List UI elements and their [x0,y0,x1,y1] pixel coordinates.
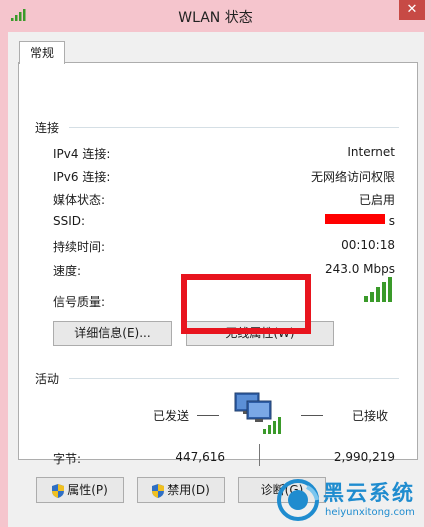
bytes-received-value: 2,990,219 [333,450,395,464]
sent-line [197,415,219,416]
speed-label: 速度: [53,264,82,278]
connection-section-label: 连接 [35,121,60,135]
watermark-url: heiyunxitong.com [325,507,415,518]
window-title: WLAN 状态 [178,10,253,26]
media-state-label: 媒体状态: [53,193,106,207]
bytes-divider [259,444,260,466]
watermark-name: 黑云系统 [323,481,415,505]
properties-button[interactable]: 属性(P) [36,477,124,503]
watermark-logo-icon [277,479,319,521]
ssid-label: SSID: [53,214,86,228]
signal-strength-icon [364,277,392,302]
network-computers-icon [234,392,281,434]
ipv4-value: Internet [347,145,395,159]
received-line [301,415,323,416]
ipv4-label: IPv4 连接: [53,147,111,161]
received-label: 已接收 [352,409,389,423]
duration-value: 00:10:18 [341,238,395,252]
ipv6-value: 无网络访问权限 [310,170,395,184]
wlan-status-window: WLAN 状态 ✕ 常规 连接 IPv4 连接: Internet IPv6 连… [0,0,431,527]
sent-label: 已发送 [153,409,190,423]
ipv6-label: IPv6 连接: [53,170,111,184]
disable-button[interactable]: 禁用(D) [137,477,225,503]
details-button[interactable]: 详细信息(E)... [53,321,172,346]
title-bar[interactable]: WLAN 状态 ✕ [0,0,431,32]
ssid-value: s [388,214,395,228]
bytes-sent-value: 447,616 [175,450,225,464]
duration-label: 持续时间: [53,240,106,254]
media-state-value: 已启用 [358,193,395,207]
uac-shield-icon [152,483,165,498]
connection-divider [69,127,399,128]
close-button[interactable]: ✕ [399,0,425,20]
site-watermark: 黑云系统 heiyunxitong.com [277,477,427,523]
highlight-annotation [181,274,311,334]
ssid-redaction [325,214,385,224]
disable-button-label: 禁用(D) [167,483,210,497]
general-panel: 连接 IPv4 连接: Internet IPv6 连接: 无网络访问权限 媒体… [18,62,418,466]
bytes-label: 字节: [53,452,82,466]
signal-quality-label: 信号质量: [53,295,106,309]
uac-shield-icon [52,483,65,498]
activity-divider [69,378,399,379]
activity-section-label: 活动 [35,372,60,386]
properties-button-label: 属性(P) [67,483,108,497]
tab-general[interactable]: 常规 [19,41,65,64]
speed-value: 243.0 Mbps [324,262,395,276]
